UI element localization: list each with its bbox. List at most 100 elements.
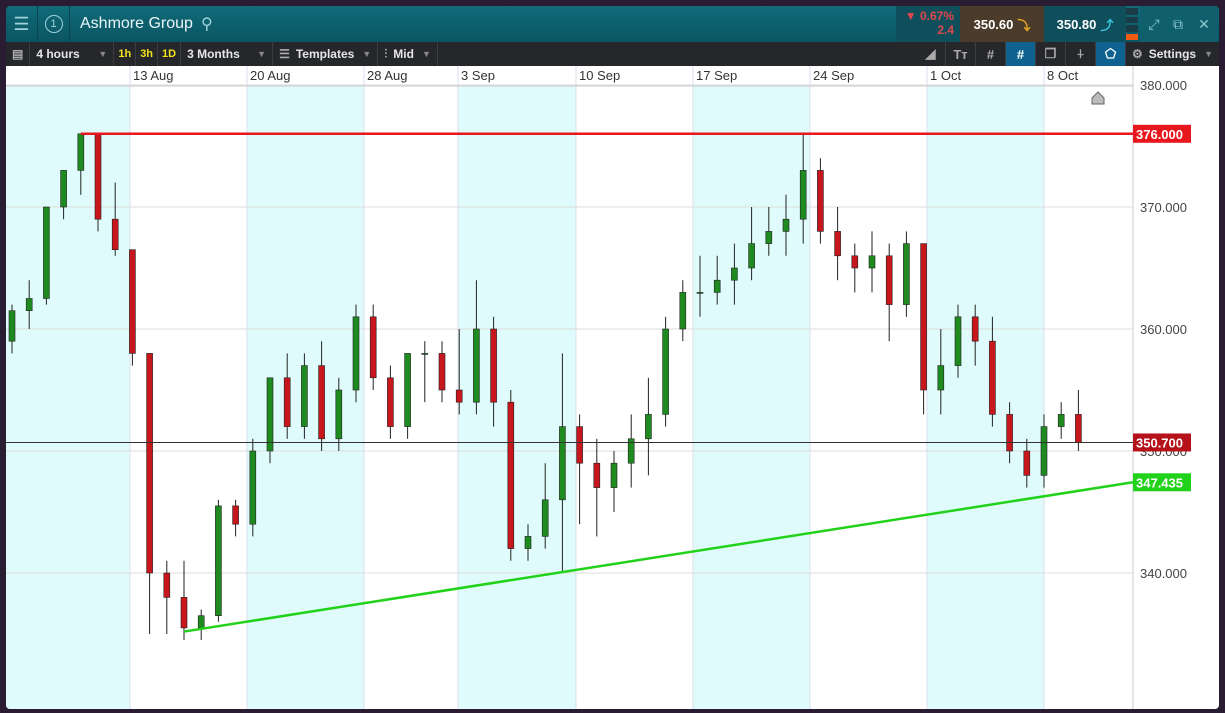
candle-up: [903, 243, 910, 305]
candle-down: [163, 572, 171, 598]
chart-svg[interactable]: 13 Aug 20 Aug 28 Aug 3 Sep 10 Sep 17 Sep 24 Se…: [6, 66, 1219, 709]
popout-icon[interactable]: ⧉: [1164, 6, 1192, 42]
gear-icon: ⚙: [1131, 47, 1143, 61]
x-tick-label: 13 Aug: [133, 68, 174, 83]
y-tick-label: 360.000: [1140, 322, 1187, 337]
candle-down: [885, 255, 893, 305]
candle-up: [352, 316, 360, 391]
candle-up: [43, 206, 50, 299]
menu-icon[interactable]: ☰: [6, 6, 38, 42]
text-tool-icon[interactable]: Tт: [946, 42, 976, 66]
change-percent: ▼ 0.67%: [904, 9, 954, 23]
close-icon[interactable]: ✕: [1190, 6, 1218, 42]
sell-button[interactable]: 350.60 ⤵: [960, 6, 1044, 42]
candle-up: [696, 292, 704, 294]
candle-up: [524, 536, 532, 549]
x-tick-label: 1 Oct: [930, 68, 961, 83]
layers-icon[interactable]: ❐: [1036, 42, 1066, 66]
candle-up: [937, 365, 945, 391]
candle-up: [60, 170, 67, 208]
x-tick-label: 24 Sep: [813, 68, 854, 83]
candle-up: [301, 365, 308, 427]
candle-down: [180, 597, 188, 629]
badge-number: 1: [44, 15, 63, 33]
candle-down: [1075, 414, 1082, 443]
candle-up: [782, 218, 790, 232]
templates-button[interactable]: ☰ Templates ▼: [273, 42, 379, 66]
candle-down: [851, 255, 859, 269]
scroll-home-icon[interactable]: [1091, 91, 1105, 105]
quick-1d[interactable]: 1D: [158, 42, 182, 66]
indicator-icon[interactable]: ⍭: [1066, 42, 1096, 66]
candle-down: [1006, 414, 1013, 452]
candle-up: [421, 353, 429, 355]
candle-up: [215, 505, 222, 616]
candle-up: [645, 414, 652, 440]
candle-up: [559, 426, 566, 501]
session-band: [927, 86, 1044, 709]
price-type-select[interactable]: ⫶ Mid ▼: [378, 42, 438, 66]
candle-down: [232, 505, 239, 525]
candle-up: [610, 462, 618, 488]
drawing-tool-icon[interactable]: ◢: [916, 42, 946, 66]
candle-up: [249, 450, 257, 525]
candle-up: [799, 170, 807, 220]
price-tag-icon[interactable]: ⬠: [1095, 42, 1126, 66]
candle-up: [1057, 414, 1065, 427]
resistance-price-tag: 376.000: [1136, 127, 1183, 142]
price-chart[interactable]: 13 Aug 20 Aug 28 Aug 3 Sep 10 Sep 17 Sep 24 Se…: [6, 66, 1219, 709]
candle-up: [335, 389, 343, 440]
instrument-title[interactable]: Ashmore Group: [80, 15, 193, 33]
crosshair-grid-icon[interactable]: #: [1005, 42, 1036, 66]
x-tick-label: 3 Sep: [461, 68, 495, 83]
quick-3h[interactable]: 3h: [136, 42, 159, 66]
candle-down: [593, 462, 601, 488]
candle-up: [541, 499, 549, 537]
candle-down: [989, 340, 996, 415]
up-arrow-icon: ⤴: [1100, 17, 1114, 33]
candle-up: [25, 298, 33, 311]
candle-down: [438, 353, 446, 391]
y-tick-label: 340.000: [1140, 566, 1187, 581]
list-icon[interactable]: ▤: [6, 42, 31, 66]
quick-1h[interactable]: 1h: [114, 42, 137, 66]
current-price-tag: 350.700: [1136, 435, 1183, 450]
candle-down: [283, 377, 291, 427]
candle-down: [111, 218, 119, 250]
candle-down: [387, 377, 394, 427]
settings-button[interactable]: ⚙ Settings ▼: [1126, 42, 1219, 66]
sell-price: 350.60: [973, 16, 1014, 32]
candle-up: [679, 292, 687, 330]
support-price-tag: 347.435: [1136, 475, 1183, 490]
range-select[interactable]: 3 Months ▼: [181, 42, 274, 66]
y-tick-label: 380.000: [1140, 78, 1187, 93]
candle-down: [94, 133, 102, 220]
templates-icon: ☰: [279, 47, 290, 61]
buy-button[interactable]: 350.80 ⤴: [1044, 6, 1126, 42]
candle-up: [473, 328, 480, 403]
chart-toolbar: ▤ 4 hours ▼ 1h 3h 1D 3 Months ▼ ☰ Templates…: [6, 42, 1219, 66]
candle-up: [8, 310, 16, 342]
y-tick-label: 370.000: [1140, 200, 1187, 215]
templates-label: Templates: [295, 47, 355, 61]
candle-down: [129, 249, 136, 354]
candle-down: [971, 316, 979, 342]
candle-down: [507, 401, 515, 549]
depth-indicator: [1126, 8, 1138, 40]
candle-down: [146, 353, 153, 574]
candle-up: [713, 279, 721, 293]
session-band: [693, 86, 810, 709]
candle-up: [662, 328, 669, 415]
down-arrow-icon: ⤵: [1017, 17, 1031, 33]
candle-down: [1023, 450, 1031, 476]
settings-label: Settings: [1148, 47, 1197, 61]
link-badge[interactable]: 1: [38, 6, 70, 42]
x-tick-label: 20 Aug: [250, 68, 291, 83]
buy-price: 350.80: [1056, 16, 1097, 32]
search-icon[interactable]: ⚲: [201, 14, 213, 34]
change-absolute: 2.4: [937, 23, 954, 37]
chart-window: ☰ 1 Ashmore Group ⚲ ▼ 0.67% 2.4 350.60 ⤵ 3…: [6, 6, 1219, 709]
candle-down: [920, 243, 927, 391]
interval-select[interactable]: 4 hours ▼: [30, 42, 115, 66]
grid-icon[interactable]: #: [976, 42, 1006, 66]
